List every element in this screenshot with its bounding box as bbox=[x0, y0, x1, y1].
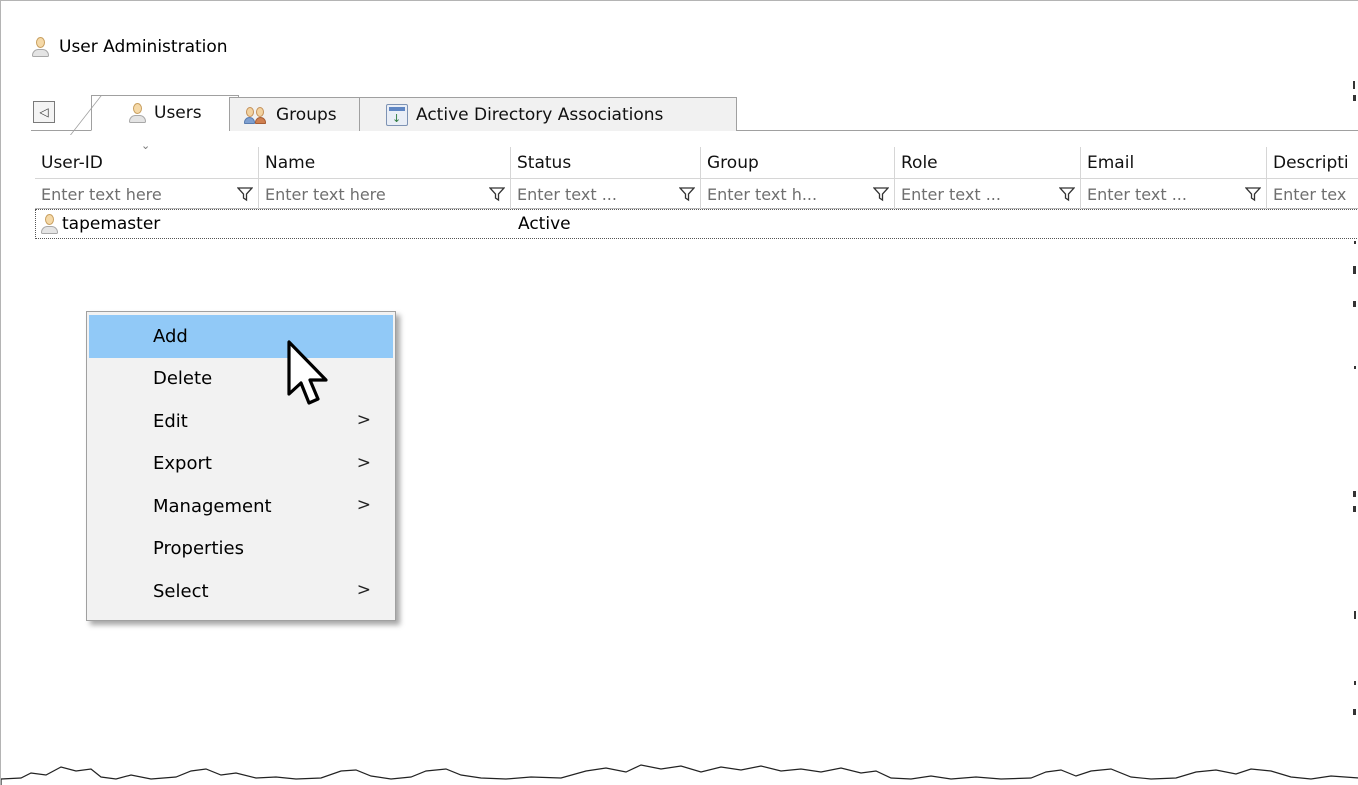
filter-input-name[interactable] bbox=[259, 180, 510, 208]
filter-funnel-icon[interactable] bbox=[236, 185, 254, 203]
cell-user-id: tapemaster bbox=[36, 210, 260, 238]
menu-item-select[interactable]: Select > bbox=[89, 570, 393, 613]
menu-item-add[interactable]: Add bbox=[89, 315, 393, 358]
cell-email bbox=[1082, 210, 1268, 238]
filter-input-description[interactable] bbox=[1267, 180, 1358, 208]
filter-cell-email bbox=[1081, 179, 1267, 209]
tab-scroll-left-button[interactable]: ◁ bbox=[33, 101, 55, 123]
filter-input-status[interactable] bbox=[511, 180, 700, 208]
menu-item-label: Delete bbox=[153, 368, 213, 390]
filter-cell-description bbox=[1267, 179, 1358, 209]
cell-status: Active bbox=[518, 214, 571, 234]
cell-role bbox=[896, 210, 1082, 238]
tab-users[interactable]: Users bbox=[91, 95, 239, 131]
menu-item-label: Edit bbox=[153, 410, 188, 432]
filter-funnel-icon[interactable] bbox=[1244, 185, 1262, 203]
filter-cell-group bbox=[701, 179, 895, 209]
user-icon bbox=[128, 102, 146, 124]
menu-item-label: Export bbox=[153, 453, 212, 475]
menu-item-management[interactable]: Management > bbox=[89, 485, 393, 528]
table-row[interactable]: tapemaster Active bbox=[35, 209, 1358, 239]
submenu-arrow-icon: > bbox=[356, 410, 371, 430]
menu-item-properties[interactable]: Properties bbox=[89, 528, 393, 571]
submenu-arrow-icon: > bbox=[356, 452, 371, 473]
filter-input-group[interactable] bbox=[701, 180, 894, 208]
cell-user-id-text: tapemaster bbox=[62, 214, 161, 234]
menu-item-edit[interactable]: Edit > bbox=[89, 400, 393, 443]
filter-funnel-icon[interactable] bbox=[872, 185, 890, 203]
mouse-cursor-icon bbox=[287, 340, 328, 405]
tab-strip: ◁ Users Groups ↓ Active Directory Associ… bbox=[31, 95, 1358, 152]
menu-item-label: Select bbox=[153, 580, 209, 602]
tab-users-label: Users bbox=[154, 103, 202, 123]
column-header-role[interactable]: Role bbox=[895, 147, 1081, 179]
column-header-user-id[interactable]: User-ID bbox=[35, 147, 259, 179]
menu-item-label: Management bbox=[153, 495, 272, 517]
tab-active-directory-label: Active Directory Associations bbox=[416, 104, 664, 125]
clipped-edge-glyphs bbox=[1353, 81, 1356, 715]
torn-edge-decoration bbox=[1, 764, 1358, 785]
menu-item-export[interactable]: Export > bbox=[89, 443, 393, 486]
filter-funnel-icon[interactable] bbox=[1058, 185, 1076, 203]
cell-group bbox=[702, 210, 896, 238]
filter-cell-name bbox=[259, 179, 511, 209]
filter-input-role[interactable] bbox=[895, 180, 1080, 208]
filter-input-user-id[interactable] bbox=[35, 180, 258, 208]
grid-filter-row bbox=[35, 179, 1358, 209]
window-title-bar: User Administration bbox=[31, 35, 228, 59]
column-header-status[interactable]: Status bbox=[511, 147, 701, 179]
filter-funnel-icon[interactable] bbox=[678, 185, 696, 203]
cell-name bbox=[260, 210, 512, 238]
column-header-group[interactable]: Group bbox=[701, 147, 895, 179]
menu-item-label: Properties bbox=[153, 538, 244, 560]
users-grid: User-ID Name Status Group Role Email Des… bbox=[35, 147, 1358, 239]
tab-groups[interactable]: Groups bbox=[229, 97, 379, 131]
menu-item-label: Add bbox=[153, 325, 188, 347]
filter-cell-role bbox=[895, 179, 1081, 209]
grid-header-row: User-ID Name Status Group Role Email Des… bbox=[35, 147, 1358, 179]
user-administration-window: User Administration ◁ Users Groups ↓ Act… bbox=[0, 0, 1358, 785]
column-header-description[interactable]: Descripti bbox=[1267, 147, 1358, 179]
user-icon bbox=[40, 213, 58, 235]
window-title: User Administration bbox=[59, 37, 228, 57]
filter-funnel-icon[interactable] bbox=[488, 185, 506, 203]
filter-cell-user-id bbox=[35, 179, 259, 209]
tab-groups-label: Groups bbox=[276, 104, 337, 125]
filter-input-email[interactable] bbox=[1081, 180, 1266, 208]
submenu-arrow-icon: > bbox=[356, 580, 371, 600]
cell-description bbox=[1268, 210, 1358, 238]
submenu-arrow-icon: > bbox=[356, 495, 371, 515]
column-header-email[interactable]: Email bbox=[1081, 147, 1267, 179]
context-menu: Add Delete Edit > Export > Management > Pro… bbox=[86, 311, 396, 621]
menu-item-delete[interactable]: Delete bbox=[89, 358, 393, 401]
groups-icon bbox=[244, 105, 268, 125]
user-icon bbox=[31, 36, 49, 58]
active-directory-icon: ↓ bbox=[386, 103, 408, 126]
column-header-name[interactable]: Name bbox=[259, 147, 511, 179]
filter-cell-status bbox=[511, 179, 701, 209]
tab-active-directory-associations[interactable]: ↓ Active Directory Associations bbox=[359, 97, 737, 131]
